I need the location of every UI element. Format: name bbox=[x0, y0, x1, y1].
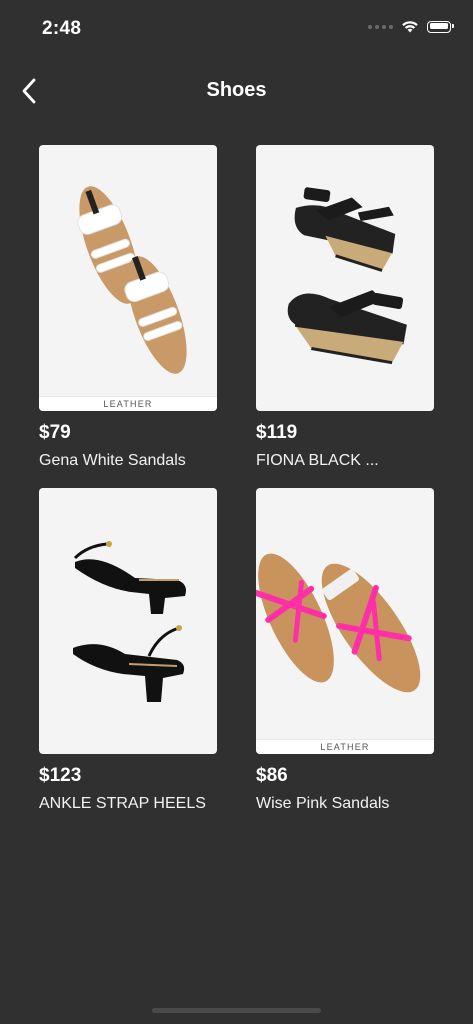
product-card[interactable]: LEATHER $86 Wise Pink Sandals bbox=[256, 488, 434, 831]
battery-icon bbox=[427, 20, 454, 33]
status-icons bbox=[368, 20, 454, 33]
product-image: LEATHER bbox=[256, 488, 434, 754]
wifi-icon bbox=[402, 21, 418, 33]
product-image: LEATHER bbox=[39, 145, 217, 411]
status-bar: 2:48 bbox=[0, 0, 473, 60]
product-price: $79 bbox=[39, 422, 71, 443]
product-price: $119 bbox=[256, 422, 298, 443]
leather-tag: LEATHER bbox=[39, 396, 217, 411]
product-name: FIONA BLACK ... bbox=[256, 452, 379, 469]
home-indicator[interactable] bbox=[152, 1008, 321, 1013]
product-name: Wise Pink Sandals bbox=[256, 795, 390, 812]
product-card[interactable]: LEATHER $79 Gena White Sandals bbox=[39, 145, 217, 488]
cellular-signal-icon bbox=[368, 24, 393, 29]
product-grid: LEATHER $79 Gena White Sandals $119 FION… bbox=[39, 145, 434, 831]
status-time: 2:48 bbox=[42, 18, 82, 39]
product-card[interactable]: $123 ANKLE STRAP HEELS bbox=[39, 488, 217, 831]
product-price: $86 bbox=[256, 765, 288, 786]
product-card[interactable]: $119 FIONA BLACK ... bbox=[256, 145, 434, 488]
navigation-bar: Shoes bbox=[0, 66, 473, 116]
page-title: Shoes bbox=[206, 79, 267, 101]
product-name: ANKLE STRAP HEELS bbox=[39, 795, 206, 812]
product-image bbox=[39, 488, 217, 754]
product-price: $123 bbox=[39, 765, 82, 786]
product-image bbox=[256, 145, 434, 411]
product-name: Gena White Sandals bbox=[39, 452, 186, 469]
leather-tag: LEATHER bbox=[256, 739, 434, 754]
